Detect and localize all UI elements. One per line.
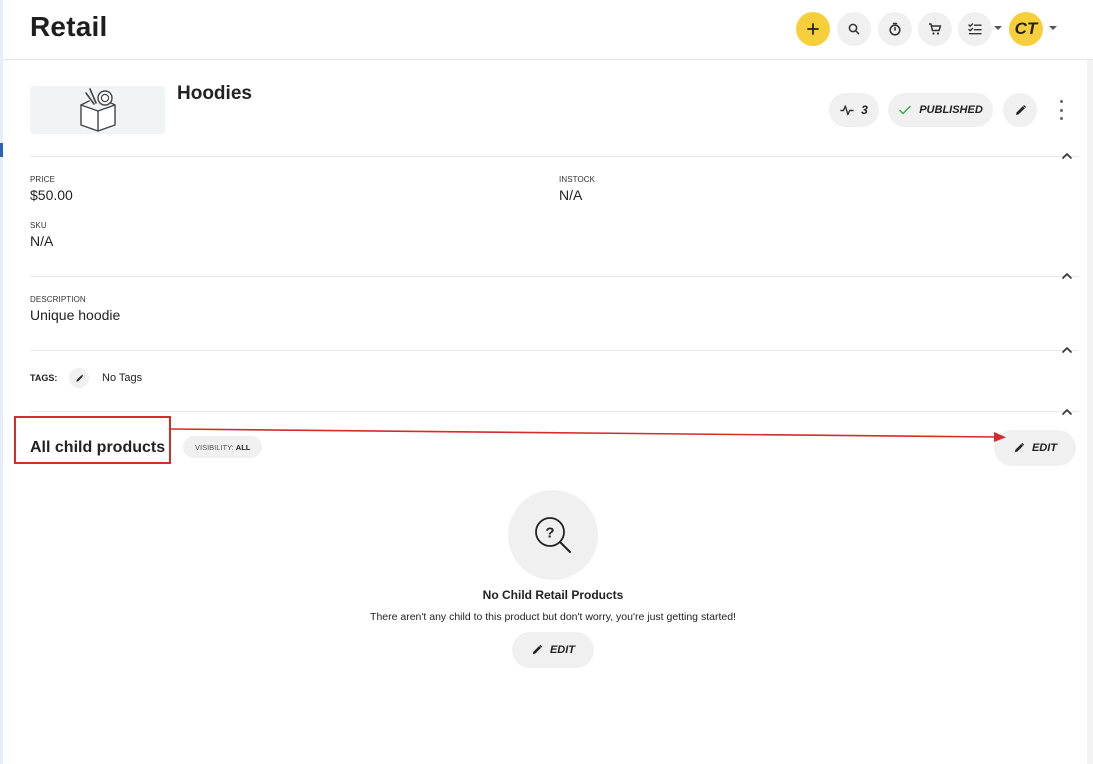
visibility-badge[interactable]: VISIBILITY: ALL: [183, 436, 263, 458]
child-products-title: All child products: [30, 439, 166, 456]
status-label: PUBLISHED: [919, 104, 983, 116]
chevron-up-icon[interactable]: [1060, 405, 1074, 419]
chevron-up-icon[interactable]: [1060, 269, 1074, 283]
search-question-icon: ?: [535, 517, 571, 553]
edit-child-products-button[interactable]: EDIT: [994, 430, 1076, 466]
edit-label: EDIT: [549, 644, 576, 656]
pencil-icon: [75, 374, 83, 382]
activity-count: 3: [861, 103, 868, 117]
description-value: Unique hoodie: [30, 307, 121, 323]
cart-icon: [929, 23, 942, 35]
divider: [30, 350, 1078, 351]
user-avatar[interactable]: CT: [1009, 12, 1043, 46]
timer-button[interactable]: [878, 12, 912, 46]
plus-icon: [807, 23, 819, 35]
left-rail: [0, 0, 3, 764]
edit-tags-button[interactable]: [69, 368, 89, 388]
divider: [30, 156, 1078, 157]
product-box-icon: [79, 88, 116, 132]
empty-state-title: No Child Retail Products: [482, 588, 624, 602]
activity-button[interactable]: 3: [829, 93, 879, 127]
check-icon: [899, 105, 911, 115]
checklist-icon: [968, 23, 982, 35]
instock-label: INSTOCK: [559, 175, 596, 184]
tasks-caret-icon[interactable]: [994, 26, 1002, 30]
product-name: Hoodies: [177, 83, 252, 104]
more-options-icon[interactable]: [1054, 100, 1068, 120]
visibility-label: VISIBILITY:: [195, 442, 234, 452]
add-button[interactable]: [796, 12, 830, 46]
divider: [30, 276, 1078, 277]
visibility-value: ALL: [235, 442, 251, 452]
chevron-up-icon[interactable]: [1060, 343, 1074, 357]
svg-text:?: ?: [545, 525, 554, 542]
empty-state-illustration: ?: [508, 490, 598, 580]
pencil-icon: [532, 644, 543, 655]
scrollbar-track[interactable]: [1087, 60, 1093, 764]
search-icon: [848, 23, 860, 35]
pencil-icon: [1015, 104, 1026, 115]
sku-label: SKU: [30, 221, 47, 230]
app-header: Retail CT: [3, 0, 1093, 60]
price-label: PRICE: [30, 175, 55, 184]
page-title: Retail: [30, 11, 108, 42]
status-button[interactable]: PUBLISHED: [888, 93, 993, 127]
stopwatch-icon: [889, 22, 901, 36]
search-button[interactable]: [837, 12, 871, 46]
empty-state-description: There aren't any child to this product b…: [370, 611, 736, 623]
empty-state-edit-button[interactable]: EDIT: [512, 632, 594, 668]
edit-label: EDIT: [1031, 442, 1058, 454]
edit-product-button[interactable]: [1003, 93, 1037, 127]
left-rail-indicator: [0, 143, 3, 157]
chevron-up-icon[interactable]: [1060, 149, 1074, 163]
cart-button[interactable]: [918, 12, 952, 46]
sku-value: N/A: [30, 233, 54, 249]
instock-value: N/A: [559, 187, 583, 203]
description-label: DESCRIPTION: [30, 295, 86, 304]
tags-label: TAGS:: [30, 373, 58, 383]
tasks-button[interactable]: [958, 12, 992, 46]
product-thumbnail: [30, 86, 165, 134]
pencil-icon: [1014, 442, 1025, 453]
activity-icon: [840, 105, 854, 116]
user-menu-caret-icon[interactable]: [1049, 26, 1057, 30]
price-value: $50.00: [30, 187, 73, 203]
tags-value: No Tags: [102, 372, 143, 384]
divider: [30, 411, 1078, 412]
